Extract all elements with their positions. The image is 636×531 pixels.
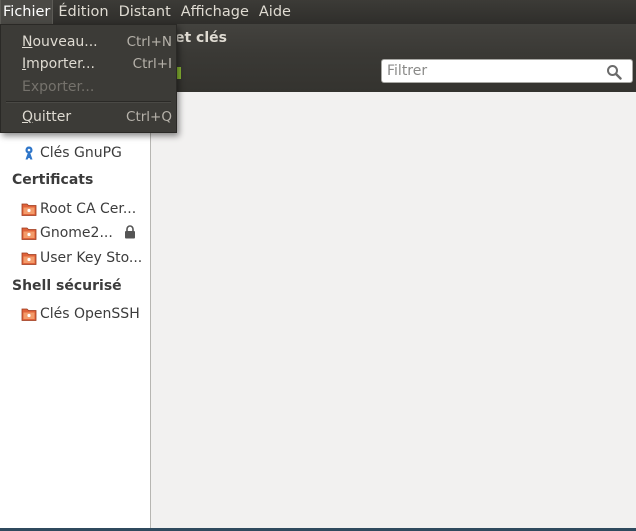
menu-item-quitter[interactable]: Quitter Ctrl+Q <box>22 107 172 127</box>
sidebar-item-openssh[interactable]: Clés OpenSSH <box>21 304 149 324</box>
menu-item-shortcut: Ctrl+N <box>126 34 172 50</box>
group-header-certificats: Certificats <box>12 172 94 188</box>
lock-icon[interactable] <box>124 225 136 239</box>
sidebar-item-label: Root CA Cer... <box>40 201 137 217</box>
menu-item-label: Nouveau... <box>22 34 98 50</box>
menu-item-label: Quitter <box>22 109 72 125</box>
menu-item-nouveau[interactable]: Nouveau... Ctrl+N <box>22 32 172 52</box>
search-input[interactable] <box>387 62 597 80</box>
gnupg-key-icon <box>25 146 33 160</box>
sidebar-item-root-ca[interactable]: Root CA Cer... <box>21 199 149 219</box>
keyring-folder-icon <box>21 203 37 216</box>
menu-aide[interactable]: Aide <box>254 0 296 24</box>
keyring-folder-icon <box>21 308 37 321</box>
sidebar-item-label: Gnome2... <box>40 225 113 241</box>
menu-affichage[interactable]: Affichage <box>176 0 254 24</box>
menu-distant[interactable]: Distant <box>114 0 176 24</box>
menu-fichier[interactable]: Fichier <box>0 0 54 24</box>
menu-item-importer[interactable]: Importer... Ctrl+I <box>22 54 172 74</box>
menu-item-exporter: Exporter... <box>22 77 172 97</box>
sidebar-item-label: User Key Sto... <box>40 250 143 266</box>
sidebar-item-label: Clés GnuPG <box>40 145 122 161</box>
sidebar-item-gnupg[interactable]: Clés GnuPG <box>21 143 149 163</box>
search-field[interactable] <box>381 59 633 83</box>
window-title: et clés <box>175 30 227 46</box>
menubar: Fichier Édition Distant Affichage Aide <box>0 0 636 24</box>
menu-item-label: Exporter... <box>22 79 95 95</box>
main-content <box>151 92 636 528</box>
menu-edition[interactable]: Édition <box>53 0 113 24</box>
menu-item-shortcut: Ctrl+I <box>132 56 172 72</box>
sidebar-item-label: Clés OpenSSH <box>40 306 140 322</box>
menu-item-label: Importer... <box>22 56 95 72</box>
search-icon[interactable] <box>606 64 622 80</box>
keyring-folder-icon <box>21 252 37 265</box>
menu-separator <box>6 101 171 103</box>
sidebar-item-user-key-store[interactable]: User Key Sto... <box>21 248 149 268</box>
sidebar-item-gnome2[interactable]: Gnome2... <box>21 223 149 243</box>
keyring-folder-icon <box>21 227 37 240</box>
menu-item-shortcut: Ctrl+Q <box>126 109 172 125</box>
group-header-shell-securise: Shell sécurisé <box>12 278 122 294</box>
file-menu-dropdown: Nouveau... Ctrl+N Importer... Ctrl+I Exp… <box>0 24 177 133</box>
sidebar: Clés GnuPG Certificats Root CA Cer... Gn… <box>0 92 151 528</box>
